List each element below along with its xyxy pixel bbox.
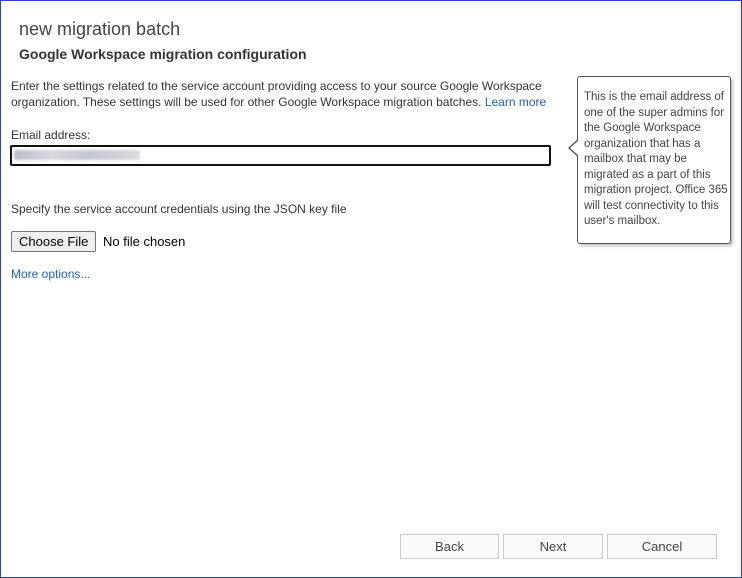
- learn-more-link[interactable]: Learn more: [485, 95, 546, 109]
- cancel-button[interactable]: Cancel: [607, 534, 717, 559]
- tooltip-text: This is the email address of one of the …: [584, 91, 728, 227]
- next-button[interactable]: Next: [503, 534, 603, 559]
- description: Enter the settings related to the servic…: [11, 78, 561, 110]
- email-redacted-value: [14, 150, 140, 160]
- page-title: new migration batch: [19, 19, 181, 39]
- email-label: Email address:: [11, 128, 91, 142]
- description-text: Enter the settings related to the servic…: [11, 79, 542, 109]
- migration-dialog: new migration batch Google Workspace mig…: [0, 0, 742, 578]
- page-subtitle: Google Workspace migration configuration: [19, 46, 307, 62]
- file-status: No file chosen: [103, 234, 186, 249]
- more-options-link[interactable]: More options...: [11, 267, 90, 281]
- tooltip-pointer: [568, 139, 579, 157]
- email-help-tooltip: This is the email address of one of the …: [568, 76, 731, 244]
- choose-file-button[interactable]: Choose File: [11, 231, 97, 252]
- back-button[interactable]: Back: [400, 534, 499, 559]
- json-key-label: Specify the service account credentials …: [11, 202, 347, 216]
